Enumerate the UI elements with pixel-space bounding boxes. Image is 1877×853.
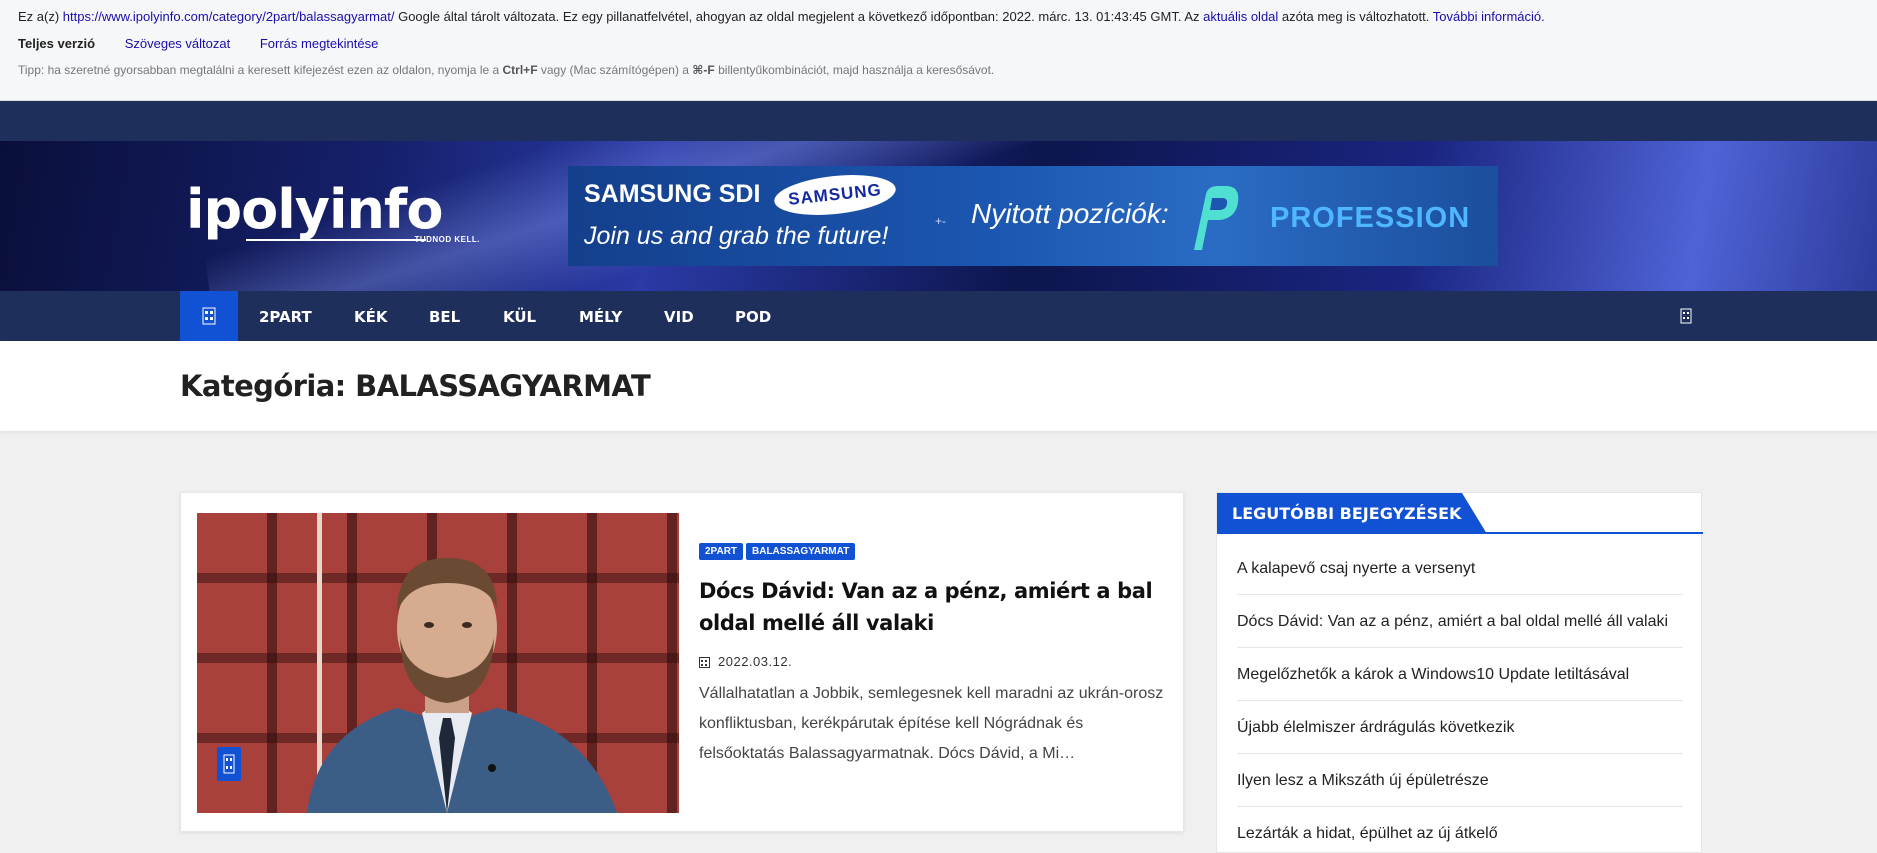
- recent-post-link[interactable]: Megelőzhetők a károk a Windows10 Update …: [1237, 648, 1683, 701]
- recent-posts-widget: LEGUTÓBBI BEJEGYZÉSEK A kalapevő csaj ny…: [1216, 492, 1703, 853]
- logo-underline: [246, 239, 426, 241]
- banner-open-positions: Nyitott pozíciók:: [971, 198, 1169, 229]
- search-icon[interactable]: [1680, 308, 1696, 324]
- nav-item-kul[interactable]: KÜL: [503, 308, 536, 326]
- post-card: 2PART BALASSAGYARMAT Dócs Dávid: Van az …: [180, 492, 1184, 832]
- cache-prefix: Ez a(z): [18, 9, 60, 24]
- widget-heading: LEGUTÓBBI BEJEGYZÉSEK: [1217, 493, 1487, 534]
- category-badge-2part[interactable]: 2PART: [699, 543, 744, 560]
- full-version-label: Teljes verzió: [18, 36, 96, 51]
- category-badge-balassagyarmat[interactable]: BALASSAGYARMAT: [746, 543, 856, 560]
- home-icon: [202, 307, 216, 325]
- samsung-logo: SAMSUNG: [772, 169, 898, 221]
- cached-url-link[interactable]: https://www.ipolyinfo.com/category/2part…: [63, 9, 395, 24]
- tip-middle: vagy (Mac számítógépen) a: [540, 63, 689, 77]
- recent-post-link[interactable]: A kalapevő csaj nyerte a versenyt: [1237, 542, 1683, 595]
- nav-item-bel[interactable]: BEL: [429, 308, 460, 326]
- samsung-logo-text: SAMSUNG: [787, 180, 883, 209]
- nav-item-kek[interactable]: KÉK: [354, 308, 388, 326]
- recent-posts-list: A kalapevő csaj nyerte a versenyt Dócs D…: [1237, 542, 1683, 853]
- post-title-link[interactable]: Dócs Dávid: Van az a pénz, amiért a bal …: [699, 575, 1169, 639]
- tip-prefix: Tipp: ha szeretné gyorsabban megtalálni …: [18, 63, 500, 77]
- cache-notice: Ez a(z) https://www.ipolyinfo.com/catego…: [18, 9, 1859, 24]
- main-nav: 2PART KÉK BEL KÜL MÉLY VID POD: [0, 291, 1877, 341]
- recent-post-link[interactable]: Lezárták a hidat, épülhet az új átkelő: [1237, 807, 1683, 853]
- nav-home-button[interactable]: [180, 291, 238, 341]
- post-thumbnail[interactable]: [197, 513, 679, 813]
- page-title: Kategória: BALASSAGYARMAT: [180, 369, 651, 403]
- tip-key-ctrl-f: Ctrl+F: [502, 63, 538, 77]
- tip-key-cmd-f: ⌘-F: [692, 63, 715, 77]
- top-strip: [0, 101, 1877, 141]
- site-logo[interactable]: ipolyinfo TUDNOD KELL.: [186, 183, 486, 253]
- recent-post-link[interactable]: Újabb élelmiszer árdrágulás következik: [1237, 701, 1683, 754]
- cache-after: azóta meg is változhatott.: [1281, 9, 1430, 24]
- tip-suffix: billentyűkombinációt, majd használja a k…: [718, 63, 995, 77]
- current-page-link[interactable]: aktuális oldal: [1203, 9, 1278, 24]
- cache-version-links: Teljes verzió Szöveges változat Forrás m…: [18, 36, 1859, 51]
- page-title-bar: Kategória: BALASSAGYARMAT: [0, 341, 1877, 431]
- person-portrait: [307, 558, 617, 813]
- post-date-text: 2022.03.12.: [718, 654, 793, 669]
- banner-brand: SAMSUNG SDI: [584, 180, 761, 208]
- banner-slogan: Join us and grab the future!: [584, 222, 889, 250]
- post-format-glyph: [223, 754, 235, 774]
- nav-item-vid[interactable]: VID: [664, 308, 694, 326]
- recent-post-link[interactable]: Dócs Dávid: Van az a pénz, amiért a bal …: [1237, 595, 1683, 648]
- post-excerpt: Vállalhatatlan a Jobbik, semlegesnek kel…: [699, 685, 1164, 762]
- cache-tip: Tipp: ha szeretné gyorsabban megtalálni …: [18, 63, 1859, 77]
- calendar-icon: [699, 656, 710, 668]
- recent-post-link[interactable]: Ilyen lesz a Mikszáth új épületrésze: [1237, 754, 1683, 807]
- site-header: ipolyinfo TUDNOD KELL. SAMSUNG SDI SAMSU…: [0, 141, 1877, 291]
- logo-text: ipolyinfo: [186, 178, 444, 241]
- cache-bar: Ez a(z) https://www.ipolyinfo.com/catego…: [0, 0, 1877, 101]
- ad-banner[interactable]: SAMSUNG SDI SAMSUNG Join us and grab the…: [568, 166, 1498, 266]
- post-date: 2022.03.12.: [699, 654, 792, 669]
- nav-item-pod[interactable]: POD: [735, 308, 771, 326]
- text-version-link[interactable]: Szöveges változat: [125, 36, 231, 51]
- nav-item-mely[interactable]: MÉLY: [579, 308, 622, 326]
- view-source-link[interactable]: Forrás megtekintése: [260, 36, 379, 51]
- cache-middle: Google által tárolt változata. Ez egy pi…: [398, 9, 1200, 24]
- profession-p-logo-icon: [1194, 186, 1239, 250]
- banner-profession: PROFESSION: [1270, 202, 1471, 234]
- widget-heading-bar: LEGUTÓBBI BEJEGYZÉSEK: [1217, 493, 1703, 534]
- post-format-icon: [217, 747, 241, 781]
- nav-item-2part[interactable]: 2PART: [259, 308, 312, 326]
- more-info-link[interactable]: További információ.: [1433, 9, 1545, 24]
- banner-arrows: +-: [935, 214, 947, 228]
- logo-tagline: TUDNOD KELL.: [414, 235, 480, 244]
